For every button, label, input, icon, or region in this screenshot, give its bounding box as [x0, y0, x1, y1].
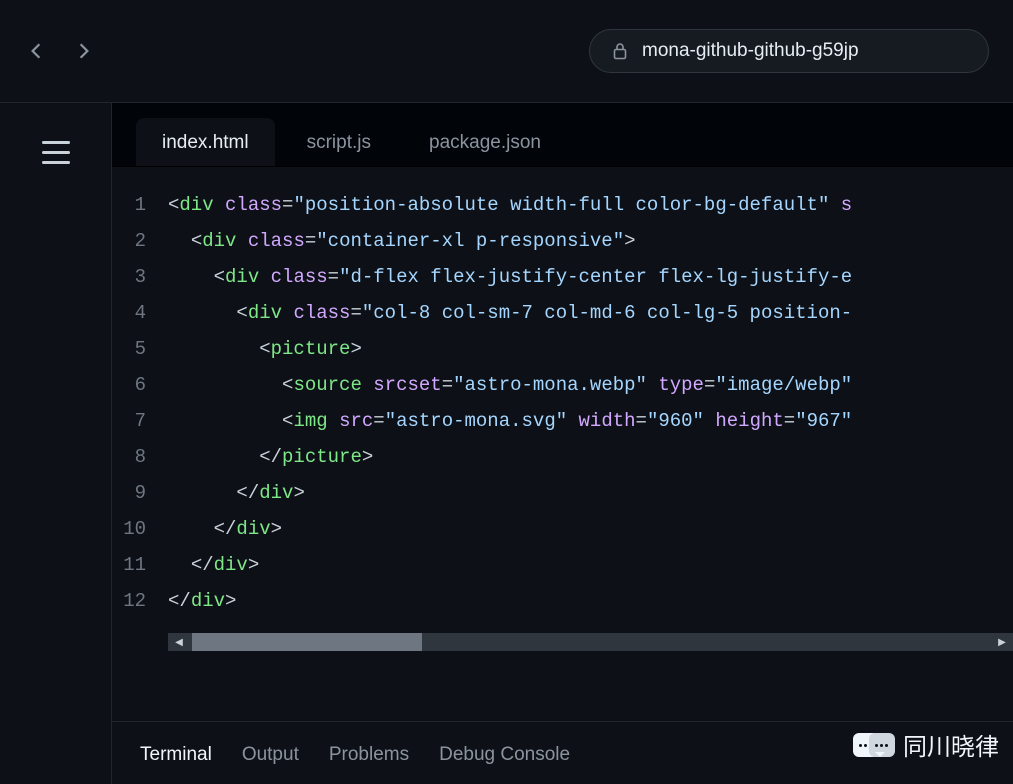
- code-line[interactable]: 1<div class="position-absolute width-ful…: [112, 187, 1013, 223]
- forward-button[interactable]: [72, 39, 96, 63]
- code-line[interactable]: 9 </div>: [112, 475, 1013, 511]
- scroll-right-icon[interactable]: ▶: [993, 633, 1011, 651]
- line-code: </div>: [168, 583, 1013, 619]
- hamburger-icon: [42, 141, 70, 144]
- line-number: 8: [112, 439, 168, 475]
- line-code: <div class="col-8 col-sm-7 col-md-6 col-…: [168, 295, 1013, 331]
- editor-tab[interactable]: package.json: [403, 118, 567, 166]
- main-area: index.htmlscript.jspackage.json 1<div cl…: [0, 103, 1013, 784]
- editor-tab[interactable]: index.html: [136, 118, 275, 166]
- line-code: </picture>: [168, 439, 1013, 475]
- code-line[interactable]: 8 </picture>: [112, 439, 1013, 475]
- back-button[interactable]: [24, 39, 48, 63]
- code-line[interactable]: 12</div>: [112, 583, 1013, 619]
- code-line[interactable]: 7 <img src="astro-mona.svg" width="960" …: [112, 403, 1013, 439]
- line-number: 4: [112, 295, 168, 331]
- sidebar: [0, 103, 112, 784]
- code-line[interactable]: 3 <div class="d-flex flex-justify-center…: [112, 259, 1013, 295]
- line-code: </div>: [168, 547, 1013, 583]
- url-bar[interactable]: mona-github-github-g59jp: [589, 29, 989, 73]
- watermark-text: 同川晓律: [903, 727, 999, 762]
- line-number: 7: [112, 403, 168, 439]
- chevron-right-icon: [75, 42, 93, 60]
- line-number: 11: [112, 547, 168, 583]
- code-line[interactable]: 6 <source srcset="astro-mona.webp" type=…: [112, 367, 1013, 403]
- scroll-left-icon[interactable]: ◀: [170, 633, 188, 651]
- line-number: 6: [112, 367, 168, 403]
- code-editor[interactable]: 1<div class="position-absolute width-ful…: [112, 167, 1013, 721]
- line-code: </div>: [168, 475, 1013, 511]
- url-text: mona-github-github-g59jp: [642, 40, 859, 62]
- line-number: 3: [112, 259, 168, 295]
- line-code: <div class="d-flex flex-justify-center f…: [168, 259, 1013, 295]
- editor-tab[interactable]: script.js: [281, 118, 397, 166]
- line-number: 1: [112, 187, 168, 223]
- code-line[interactable]: 2 <div class="container-xl p-responsive"…: [112, 223, 1013, 259]
- panel-tab[interactable]: Problems: [329, 744, 409, 766]
- line-number: 2: [112, 223, 168, 259]
- line-code: </div>: [168, 511, 1013, 547]
- panel-tab[interactable]: Terminal: [140, 744, 212, 766]
- line-number: 5: [112, 331, 168, 367]
- code-line[interactable]: 11 </div>: [112, 547, 1013, 583]
- line-code: <source srcset="astro-mona.webp" type="i…: [168, 367, 1013, 403]
- line-code: <div class="container-xl p-responsive">: [168, 223, 1013, 259]
- line-code: <div class="position-absolute width-full…: [168, 187, 1013, 223]
- chevron-left-icon: [27, 42, 45, 60]
- line-code: <picture>: [168, 331, 1013, 367]
- nav-arrows: [24, 39, 96, 63]
- top-bar: mona-github-github-g59jp: [0, 0, 1013, 103]
- line-number: 10: [112, 511, 168, 547]
- editor-column: index.htmlscript.jspackage.json 1<div cl…: [112, 103, 1013, 784]
- code-line[interactable]: 5 <picture>: [112, 331, 1013, 367]
- lock-icon: [612, 42, 628, 60]
- line-number: 12: [112, 583, 168, 619]
- code-line[interactable]: 4 <div class="col-8 col-sm-7 col-md-6 co…: [112, 295, 1013, 331]
- scrollbar-thumb[interactable]: [192, 633, 422, 651]
- wechat-icon: [853, 733, 895, 757]
- editor-tabs: index.htmlscript.jspackage.json: [112, 103, 1013, 167]
- menu-button[interactable]: [42, 141, 70, 164]
- watermark: 同川晓律: [853, 727, 999, 762]
- panel-tab[interactable]: Debug Console: [439, 744, 570, 766]
- code-line[interactable]: 10 </div>: [112, 511, 1013, 547]
- horizontal-scrollbar[interactable]: ◀ ▶: [168, 633, 1013, 651]
- line-code: <img src="astro-mona.svg" width="960" he…: [168, 403, 1013, 439]
- line-number: 9: [112, 475, 168, 511]
- panel-tab[interactable]: Output: [242, 744, 299, 766]
